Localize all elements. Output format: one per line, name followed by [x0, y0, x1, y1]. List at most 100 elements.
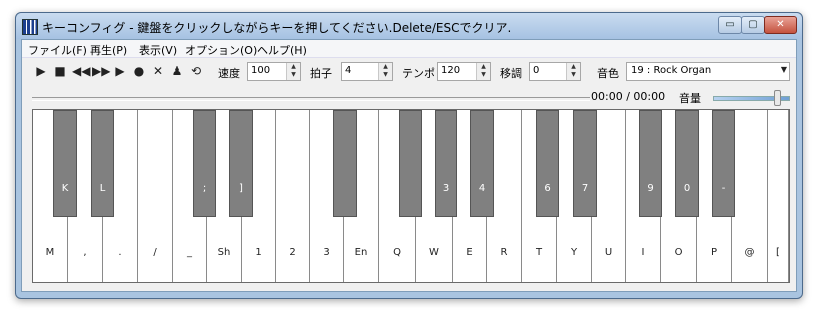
black-key[interactable]: ]: [229, 110, 253, 217]
black-key[interactable]: L: [91, 110, 114, 217]
black-key[interactable]: 4: [470, 110, 494, 217]
volume-label: 音量: [679, 92, 701, 105]
tone-value[interactable]: 19 : Rock Organ: [631, 65, 711, 76]
white-key-label: ,: [83, 247, 87, 258]
black-key[interactable]: 3: [435, 110, 457, 217]
tempo-spinner[interactable]: 120 ▲ ▼: [437, 62, 491, 81]
black-key-label: 4: [478, 183, 486, 194]
white-key-label: U: [604, 247, 613, 258]
seek-bar[interactable]: [32, 97, 590, 101]
black-key-label: 9: [647, 183, 654, 194]
piano-keyboard: M,. / _ Sh 1 2 3 En Q W E R T Y U I O P @ [K L;] 3 4 6 7 9 0 -: [32, 109, 790, 283]
volume-slider-thumb[interactable]: [774, 90, 781, 106]
beat-label: 拍子: [310, 67, 332, 80]
black-key-label: 6: [544, 183, 551, 194]
stop-icon[interactable]: ■: [53, 64, 67, 78]
white-key-label: 3: [323, 247, 330, 258]
white-key-label: R: [500, 247, 508, 258]
white-key[interactable]: /: [138, 110, 173, 282]
menu-file[interactable]: ファイル(F): [28, 42, 87, 58]
black-key-label: 0: [683, 183, 691, 194]
white-key[interactable]: @: [732, 110, 768, 282]
tempo-value[interactable]: 120: [441, 65, 460, 76]
clear-icon[interactable]: ✕: [151, 64, 165, 78]
menu-bar: ファイル(F) 再生(P) 表示(V) オプション(O) ヘルプ(H): [22, 40, 796, 58]
transpose-spinner[interactable]: 0 ▲ ▼: [529, 62, 581, 81]
time-display: 00:00 / 00:00: [591, 90, 666, 103]
loop-icon[interactable]: ⟲: [189, 64, 203, 78]
white-key-label: 1: [255, 247, 262, 258]
speed-value[interactable]: 100: [251, 65, 270, 76]
white-key-label: T: [535, 247, 543, 258]
speed-spinner[interactable]: 100 ▲ ▼: [247, 62, 301, 81]
white-key-label: /: [153, 247, 157, 258]
beat-value[interactable]: 4: [345, 65, 351, 76]
rewind-icon[interactable]: ◀◀: [72, 64, 90, 78]
title-bar[interactable]: キーコンフィグ - 鍵盤をクリックしながらキーを押してください.Delete/E…: [16, 13, 802, 39]
black-key-label: ]: [239, 183, 243, 194]
piano-app-icon: [22, 19, 38, 35]
beat-spin-arrows[interactable]: ▲ ▼: [378, 63, 392, 80]
step-play-icon[interactable]: ▶: [113, 64, 127, 78]
menu-view[interactable]: 表示(V): [139, 42, 177, 58]
tempo-spin-arrows[interactable]: ▲ ▼: [476, 63, 490, 80]
white-key-label: E: [466, 247, 473, 258]
black-key[interactable]: -: [712, 110, 735, 217]
transpose-spin-arrows[interactable]: ▲ ▼: [566, 63, 580, 80]
menu-options[interactable]: オプション(O): [185, 42, 257, 58]
black-key-label: -: [721, 183, 726, 194]
white-key-label: Q: [393, 247, 401, 258]
white-key-label: O: [674, 247, 683, 258]
white-key-label: _: [187, 247, 192, 258]
white-key-label: .: [118, 247, 122, 258]
black-key-label: L: [99, 183, 106, 194]
tempo-label: テンポ: [402, 67, 435, 80]
black-key[interactable]: 9: [639, 110, 662, 217]
black-key[interactable]: [399, 110, 422, 217]
client-area: ファイル(F) 再生(P) 表示(V) オプション(O) ヘルプ(H) ▶ ■ …: [21, 39, 797, 292]
white-key[interactable]: U: [592, 110, 626, 282]
white-key[interactable]: 2: [276, 110, 310, 282]
tone-select[interactable]: 19 : Rock Organ ▼: [626, 62, 790, 81]
black-key[interactable]: 7: [573, 110, 597, 217]
black-key-label: ;: [202, 183, 207, 194]
black-key[interactable]: [333, 110, 357, 217]
fast-forward-icon[interactable]: ▶▶: [92, 64, 110, 78]
white-key-label: M: [45, 247, 55, 258]
white-key-label: [: [776, 247, 780, 258]
white-key-label: @: [744, 247, 755, 258]
white-key-label: Y: [570, 247, 578, 258]
transpose-label: 移調: [500, 67, 522, 80]
close-button[interactable]: ✕: [764, 16, 797, 34]
window-title: キーコンフィグ - 鍵盤をクリックしながらキーを押してください.Delete/E…: [42, 21, 512, 35]
white-key-label: W: [429, 247, 439, 258]
black-key[interactable]: 0: [675, 110, 699, 217]
minimize-button[interactable]: ▭: [718, 16, 742, 34]
record-icon[interactable]: ●: [132, 64, 146, 78]
menu-help[interactable]: ヘルプ(H): [257, 42, 307, 58]
black-key-label: 7: [581, 183, 589, 194]
transpose-value[interactable]: 0: [533, 65, 539, 76]
chevron-down-icon[interactable]: ▼: [781, 65, 787, 74]
black-key[interactable]: K: [53, 110, 77, 217]
beat-spinner[interactable]: 4 ▲ ▼: [341, 62, 393, 81]
menu-play[interactable]: 再生(P): [90, 42, 127, 58]
white-key[interactable]: [: [768, 110, 789, 282]
white-key-label: En: [354, 247, 368, 258]
toolbar: ▶ ■ ◀◀ ▶▶ ▶ ● ✕ ♟ ⟲ 速度 100 ▲ ▼ 拍子 4 ▲ ▼ テン…: [22, 58, 796, 86]
speed-spin-arrows[interactable]: ▲ ▼: [286, 63, 300, 80]
play-icon[interactable]: ▶: [34, 64, 48, 78]
metronome-icon[interactable]: ♟: [170, 64, 184, 78]
black-key-label: K: [61, 183, 69, 194]
tone-label: 音色: [597, 67, 619, 80]
speed-label: 速度: [218, 67, 240, 80]
white-key-label: Sh: [217, 247, 231, 258]
key-config-window: キーコンフィグ - 鍵盤をクリックしながらキーを押してください.Delete/E…: [15, 12, 803, 299]
black-key-label: 3: [442, 183, 450, 194]
playback-row: 00:00 / 00:00 音量: [22, 87, 796, 109]
white-key-label: I: [641, 247, 645, 258]
maximize-button[interactable]: ▢: [741, 16, 765, 34]
black-key[interactable]: ;: [193, 110, 216, 217]
white-key-label: 2: [289, 247, 296, 258]
black-key[interactable]: 6: [536, 110, 559, 217]
